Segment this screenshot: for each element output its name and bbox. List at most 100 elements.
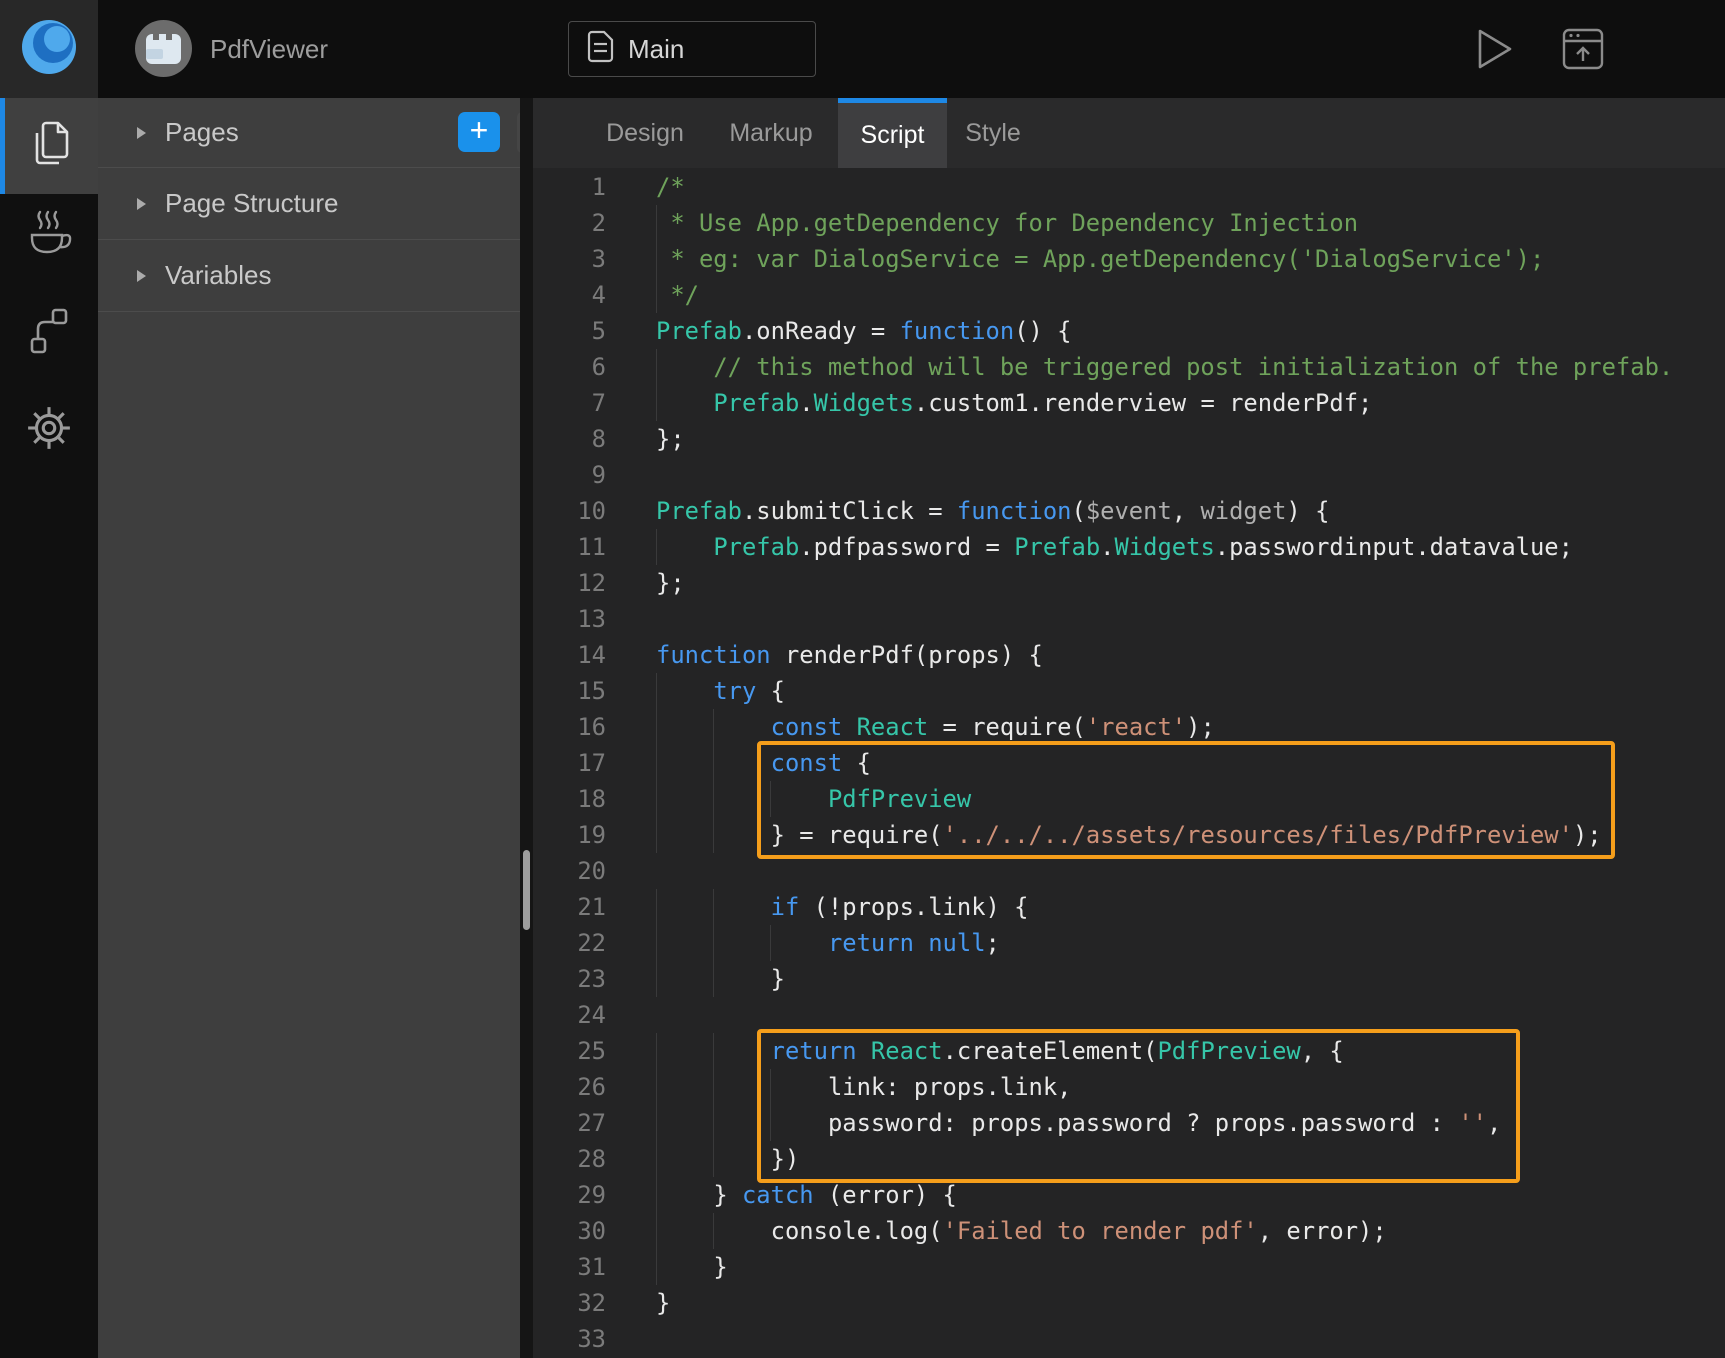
line-number: 23 bbox=[533, 961, 606, 997]
indent-guide bbox=[656, 1177, 657, 1213]
indent-guide bbox=[656, 817, 657, 853]
code-line[interactable]: 33 bbox=[533, 1321, 1725, 1357]
line-number: 19 bbox=[533, 817, 606, 853]
line-number: 17 bbox=[533, 745, 606, 781]
panel-scrollbar bbox=[520, 98, 533, 1358]
code-line[interactable]: 10Prefab.submitClick = function($event, … bbox=[533, 493, 1725, 529]
line-number: 24 bbox=[533, 997, 606, 1033]
line-number: 3 bbox=[533, 241, 606, 277]
code-line[interactable]: 11 Prefab.pdfpassword = Prefab.Widgets.p… bbox=[533, 529, 1725, 565]
line-number: 14 bbox=[533, 637, 606, 673]
code-line[interactable]: 8}; bbox=[533, 421, 1725, 457]
indent-guide bbox=[713, 1069, 714, 1105]
line-number: 1 bbox=[533, 169, 606, 205]
line-number: 9 bbox=[533, 457, 606, 493]
indent-guide bbox=[713, 1105, 714, 1141]
line-number: 12 bbox=[533, 565, 606, 601]
line-number: 6 bbox=[533, 349, 606, 385]
wavemaker-wave-icon bbox=[16, 14, 82, 85]
indent-guide bbox=[713, 781, 714, 817]
code-line[interactable]: 1/* bbox=[533, 169, 1725, 205]
line-number: 11 bbox=[533, 529, 606, 565]
code-line[interactable]: 21 if (!props.link) { bbox=[533, 889, 1725, 925]
add-page-button[interactable]: + bbox=[458, 112, 500, 152]
rail-item-java-services[interactable] bbox=[0, 197, 98, 273]
line-number: 5 bbox=[533, 313, 606, 349]
section-pages[interactable]: Pages bbox=[98, 98, 520, 168]
gear-icon bbox=[25, 404, 73, 457]
panel-scrollbar-thumb[interactable] bbox=[523, 850, 530, 930]
publish-button[interactable] bbox=[1562, 28, 1604, 75]
tab-style[interactable]: Style bbox=[958, 98, 1028, 168]
indent-guide bbox=[656, 781, 657, 817]
indent-guide bbox=[713, 1033, 714, 1069]
code-line[interactable]: 2 * Use App.getDependency for Dependency… bbox=[533, 205, 1725, 241]
rail-item-connections[interactable] bbox=[0, 295, 98, 371]
line-number: 15 bbox=[533, 673, 606, 709]
code-line[interactable]: 24 bbox=[533, 997, 1725, 1033]
code-line[interactable]: 22 return null; bbox=[533, 925, 1725, 961]
code-line[interactable]: 23 } bbox=[533, 961, 1725, 997]
indent-guide bbox=[656, 1141, 657, 1177]
page-selector-button[interactable]: Main bbox=[568, 21, 816, 77]
indent-guide bbox=[713, 745, 714, 781]
indent-guide bbox=[656, 1249, 657, 1285]
indent-guide bbox=[656, 205, 657, 241]
indent-guide bbox=[713, 817, 714, 853]
code-line[interactable]: 13 bbox=[533, 601, 1725, 637]
indent-guide bbox=[656, 709, 657, 745]
indent-guide bbox=[656, 1105, 657, 1141]
indent-guide bbox=[656, 241, 657, 277]
line-number: 26 bbox=[533, 1069, 606, 1105]
indent-guide bbox=[656, 1069, 657, 1105]
tab-markup[interactable]: Markup bbox=[721, 98, 821, 168]
code-line[interactable]: 7 Prefab.Widgets.custom1.renderview = re… bbox=[533, 385, 1725, 421]
line-number: 31 bbox=[533, 1249, 606, 1285]
line-number: 30 bbox=[533, 1213, 606, 1249]
editor-tabbar: Design Markup Script Style bbox=[533, 98, 1725, 168]
indent-guide bbox=[656, 745, 657, 781]
code-area[interactable]: 1/*2 * Use App.getDependency for Depende… bbox=[533, 168, 1725, 1358]
code-line[interactable]: 31 } bbox=[533, 1249, 1725, 1285]
indent-guide bbox=[656, 1213, 657, 1249]
tab-design[interactable]: Design bbox=[595, 98, 695, 168]
code-line[interactable]: 4 */ bbox=[533, 277, 1725, 313]
indent-guide bbox=[656, 385, 657, 421]
code-line[interactable]: 14function renderPdf(props) { bbox=[533, 637, 1725, 673]
page-selector-label: Main bbox=[628, 34, 684, 65]
line-number: 18 bbox=[533, 781, 606, 817]
code-line[interactable]: 16 const React = require('react'); bbox=[533, 709, 1725, 745]
code-line[interactable]: 32} bbox=[533, 1285, 1725, 1321]
indent-guide bbox=[713, 961, 714, 997]
home-logo-button[interactable] bbox=[0, 0, 98, 98]
line-number: 13 bbox=[533, 601, 606, 637]
caret-right-icon bbox=[137, 127, 146, 139]
rail-item-pages[interactable] bbox=[0, 98, 98, 194]
top-bar: PdfViewer Main bbox=[0, 0, 1725, 98]
run-button[interactable] bbox=[1477, 28, 1513, 75]
section-variables[interactable]: Variables bbox=[98, 240, 520, 312]
editor-area: Design Markup Script Style 1/*2 * Use Ap… bbox=[533, 98, 1725, 1358]
code-line[interactable]: 5Prefab.onReady = function() { bbox=[533, 313, 1725, 349]
code-line[interactable]: 15 try { bbox=[533, 673, 1725, 709]
line-number: 7 bbox=[533, 385, 606, 421]
code-line[interactable]: 9 bbox=[533, 457, 1725, 493]
indent-guide bbox=[656, 673, 657, 709]
indent-guide bbox=[713, 1213, 714, 1249]
code-highlight-box bbox=[757, 1029, 1520, 1183]
code-line[interactable]: 30 console.log('Failed to render pdf', e… bbox=[533, 1213, 1725, 1249]
tab-script[interactable]: Script bbox=[838, 98, 947, 168]
rail-item-settings[interactable] bbox=[0, 392, 98, 468]
wavemaker-studio-window: PdfViewer Main bbox=[0, 0, 1725, 1358]
code-line[interactable]: 6 // this method will be triggered post … bbox=[533, 349, 1725, 385]
caret-right-icon bbox=[137, 198, 146, 210]
code-line[interactable]: 3 * eg: var DialogService = App.getDepen… bbox=[533, 241, 1725, 277]
code-line[interactable]: 12}; bbox=[533, 565, 1725, 601]
code-highlight-box bbox=[757, 741, 1615, 859]
indent-guide bbox=[656, 925, 657, 961]
section-page-structure[interactable]: Page Structure bbox=[98, 168, 520, 240]
line-number: 22 bbox=[533, 925, 606, 961]
line-number: 29 bbox=[533, 1177, 606, 1213]
indent-guide bbox=[713, 889, 714, 925]
coffee-icon bbox=[23, 207, 75, 264]
